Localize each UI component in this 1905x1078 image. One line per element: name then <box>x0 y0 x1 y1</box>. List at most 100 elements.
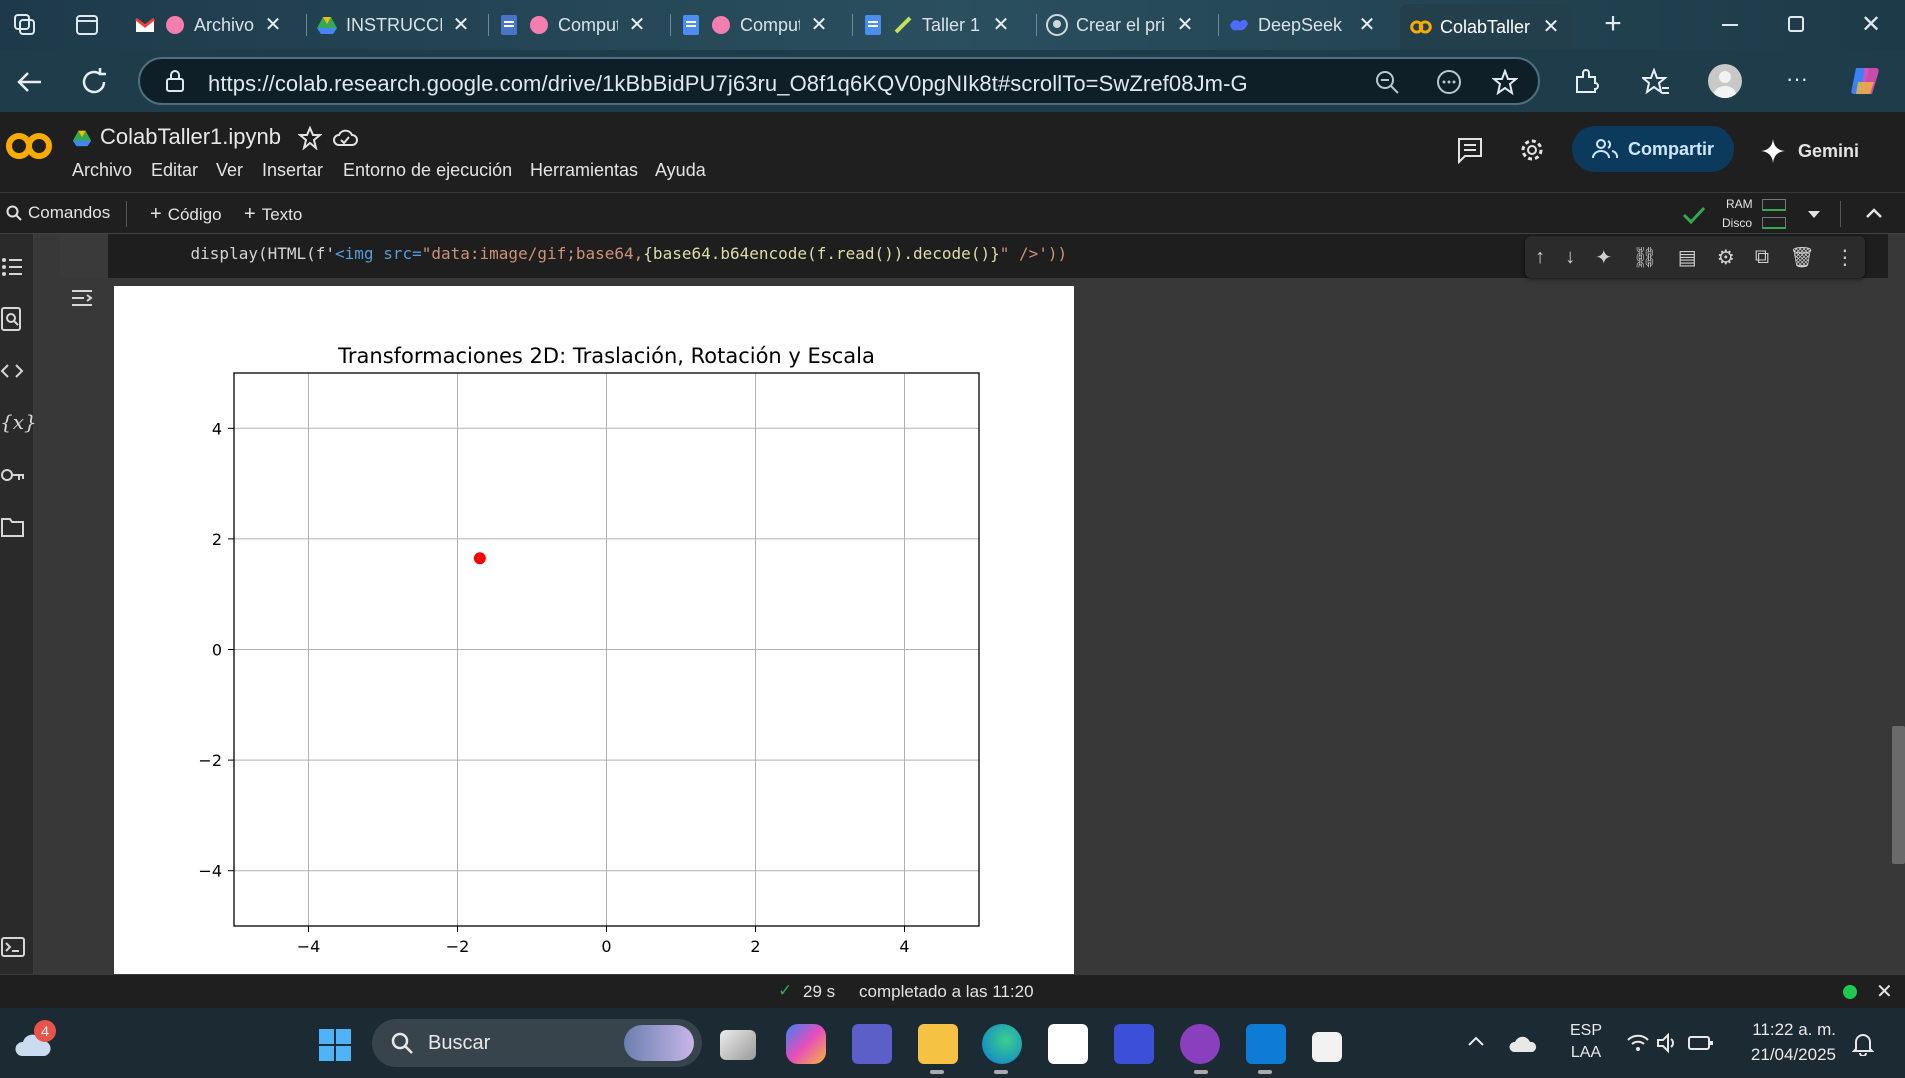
onedrive-icon[interactable] <box>1508 1034 1538 1054</box>
side-rail: {x} <box>0 234 37 974</box>
copilot-app-icon[interactable] <box>786 1024 826 1064</box>
move-down-icon[interactable]: ↓ <box>1565 246 1575 269</box>
new-tab-button[interactable]: + <box>1598 9 1628 40</box>
move-up-icon[interactable]: ↑ <box>1535 246 1545 269</box>
tab-actions-icon[interactable] <box>74 12 100 38</box>
menu-insertar[interactable]: Insertar <box>262 160 323 181</box>
more-vert-icon[interactable]: ⋮ <box>1835 245 1855 270</box>
close-icon[interactable]: ✕ <box>626 14 648 36</box>
comment-icon[interactable]: ▤ <box>1678 245 1697 270</box>
menu-archivo[interactable]: Archivo <box>72 160 132 181</box>
settings-more-icon[interactable]: ··· <box>1782 66 1812 96</box>
add-code-button[interactable]: + Código <box>150 203 222 226</box>
menu-herramientas[interactable]: Herramientas <box>530 160 638 181</box>
terminal-icon[interactable] <box>0 934 26 960</box>
tab-colab[interactable]: ColabTaller ✕ <box>1400 4 1572 50</box>
favorites-icon[interactable] <box>1642 68 1670 96</box>
code-line[interactable]: display(HTML(f'<img src="data:image/gif;… <box>152 244 1068 263</box>
cloud-saved-icon[interactable] <box>332 126 358 150</box>
workspaces-icon[interactable] <box>12 12 38 38</box>
clock[interactable]: 11:22 a. m. 21/04/2025 <box>1740 1020 1836 1066</box>
back-icon[interactable] <box>14 66 46 98</box>
tab-comput-1[interactable]: Comput ✕ <box>498 7 648 43</box>
star-icon[interactable] <box>298 126 322 150</box>
edge-icon[interactable] <box>982 1024 1022 1064</box>
app-blue-icon[interactable] <box>1114 1024 1154 1064</box>
close-icon[interactable]: ✕ <box>1540 16 1562 38</box>
copilot-icon[interactable] <box>1848 64 1882 98</box>
address-bar[interactable]: https://colab.research.google.com/drive/… <box>138 57 1540 105</box>
link-icon[interactable]: ⛓ <box>1632 245 1657 270</box>
menu-editar[interactable]: Editar <box>151 160 198 181</box>
settings-icon[interactable] <box>1518 136 1546 164</box>
volume-icon[interactable] <box>1656 1032 1680 1054</box>
add-text-button[interactable]: + Texto <box>244 203 302 226</box>
colab-logo[interactable] <box>4 130 54 162</box>
menu-ayuda[interactable]: Ayuda <box>655 160 706 181</box>
start-button[interactable] <box>318 1028 352 1062</box>
gemini-sparkle-icon[interactable]: ✦ <box>1595 245 1612 270</box>
collapse-header-icon[interactable] <box>1864 203 1884 223</box>
show-hidden-icons[interactable] <box>1466 1032 1486 1052</box>
close-window-button[interactable]: ✕ <box>1856 10 1886 40</box>
variables-icon[interactable]: {x} <box>0 410 37 436</box>
mirror-cell-icon[interactable]: ⧉ <box>1755 246 1769 269</box>
docs-icon <box>683 15 699 35</box>
tab-comput-2[interactable]: Comput ✕ <box>680 7 830 43</box>
menu-ver[interactable]: Ver <box>216 160 243 181</box>
favorite-star-icon[interactable] <box>1492 69 1518 95</box>
close-icon[interactable]: ✕ <box>450 14 472 36</box>
profile-avatar[interactable] <box>1708 64 1742 98</box>
language-indicator[interactable]: ESP LAA <box>1566 1022 1606 1066</box>
vscode-icon[interactable] <box>1246 1024 1286 1064</box>
task-view-icon[interactable] <box>720 1030 756 1060</box>
find-replace-icon[interactable] <box>0 306 26 332</box>
share-button[interactable]: Compartir <box>1572 126 1734 172</box>
drive-icon[interactable] <box>72 128 92 148</box>
reload-icon[interactable] <box>78 66 110 98</box>
close-icon[interactable]: ✕ <box>990 14 1012 36</box>
cell-run-gutter[interactable] <box>60 234 108 278</box>
data-point <box>473 552 486 565</box>
restore-button[interactable] <box>1788 16 1804 32</box>
close-icon[interactable]: ✕ <box>808 14 830 36</box>
cell-settings-icon[interactable]: ⚙ <box>1717 245 1735 270</box>
code-snippets-icon[interactable] <box>0 358 26 384</box>
close-icon[interactable]: ✕ <box>1356 14 1378 36</box>
extensions-icon[interactable] <box>1572 68 1600 96</box>
tab-gmail[interactable]: Archivo ✕ <box>134 7 284 43</box>
commands-button[interactable]: Comandos <box>6 203 110 223</box>
tab-github[interactable]: Crear el pri ✕ <box>1046 7 1196 43</box>
delete-icon[interactable]: 🗑 <box>1789 245 1814 270</box>
notifications-bell-icon[interactable] <box>1852 1032 1874 1056</box>
menu-entorno[interactable]: Entorno de ejecución <box>343 160 512 181</box>
secrets-key-icon[interactable] <box>0 462 26 488</box>
close-icon[interactable]: ✕ <box>1174 14 1196 36</box>
tab-deepseek[interactable]: DeepSeek ✕ <box>1228 7 1378 43</box>
notebook-filename[interactable]: ColabTaller1.ipynb <box>100 124 281 150</box>
minimize-button[interactable] <box>1722 24 1738 26</box>
resources-indicator[interactable]: RAM Disco <box>1722 195 1788 233</box>
close-icon[interactable]: ✕ <box>1876 979 1893 1004</box>
zoom-out-icon[interactable] <box>1374 69 1400 95</box>
teams-icon[interactable] <box>852 1024 892 1064</box>
battery-icon[interactable] <box>1688 1034 1714 1052</box>
lock-icon[interactable] <box>164 69 186 93</box>
file-explorer-icon[interactable] <box>918 1024 958 1064</box>
store-icon[interactable] <box>1048 1024 1088 1064</box>
close-icon[interactable]: ✕ <box>262 14 284 36</box>
scrollbar-thumb[interactable] <box>1892 726 1905 864</box>
gemini-button[interactable]: Gemini <box>1760 136 1859 166</box>
github-desktop-icon[interactable] <box>1180 1024 1220 1064</box>
tab-instrucciones[interactable]: INSTRUCCIO ✕ <box>316 7 472 43</box>
output-actions-icon[interactable] <box>70 286 96 310</box>
comments-icon[interactable] <box>1456 136 1484 164</box>
chevron-down-icon[interactable] <box>1806 207 1822 221</box>
taskbar-search[interactable]: Buscar <box>372 1019 702 1067</box>
files-folder-icon[interactable] <box>0 514 26 540</box>
tab-taller1[interactable]: Taller 1 ✕ <box>862 7 1012 43</box>
snipping-tool-icon[interactable] <box>1312 1032 1342 1062</box>
wifi-icon[interactable] <box>1626 1032 1650 1054</box>
table-of-contents-icon[interactable] <box>0 254 26 280</box>
more-options-circle-icon[interactable] <box>1436 69 1462 95</box>
